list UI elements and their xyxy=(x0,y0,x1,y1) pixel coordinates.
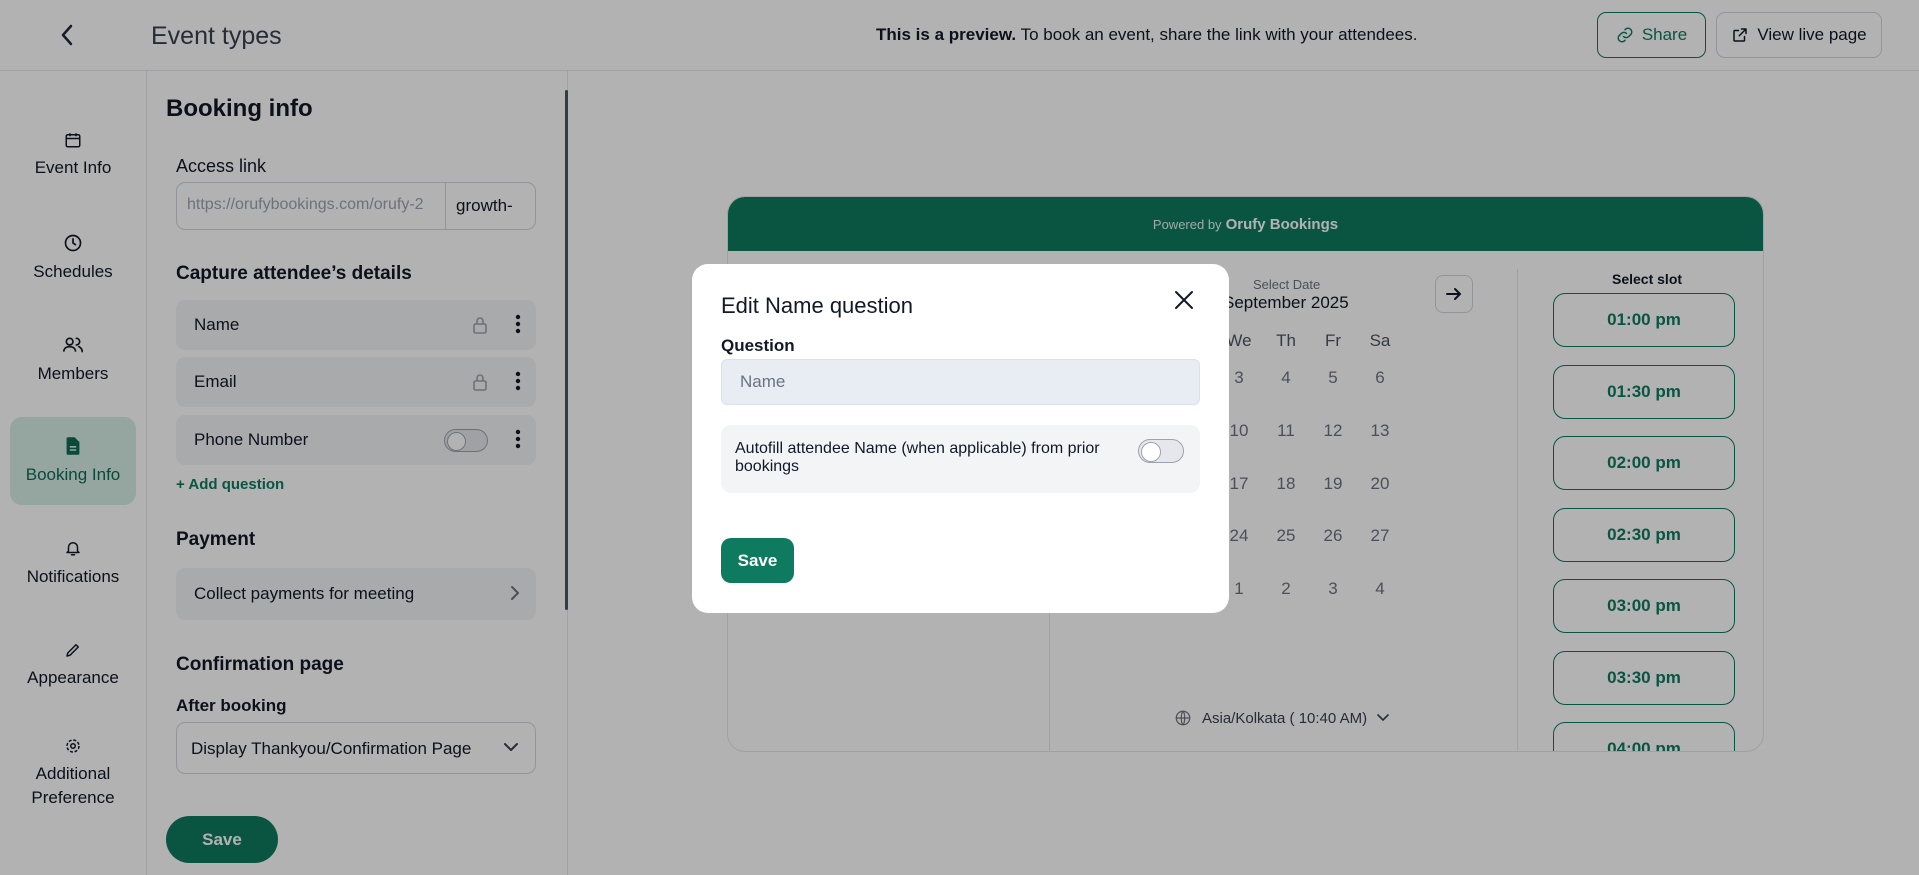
close-button[interactable] xyxy=(1170,286,1198,314)
edit-question-modal: Edit Name question Question Autofill att… xyxy=(692,264,1229,613)
question-input[interactable] xyxy=(721,359,1200,405)
autofill-toggle[interactable] xyxy=(1138,439,1184,463)
autofill-label: Autofill attendee Name (when applicable)… xyxy=(735,440,1100,476)
question-label: Question xyxy=(721,336,795,355)
modal-save-button[interactable]: Save xyxy=(721,538,794,583)
autofill-option: Autofill attendee Name (when applicable)… xyxy=(721,425,1200,493)
close-icon xyxy=(1175,291,1193,309)
modal-title: Edit Name question xyxy=(721,293,913,318)
